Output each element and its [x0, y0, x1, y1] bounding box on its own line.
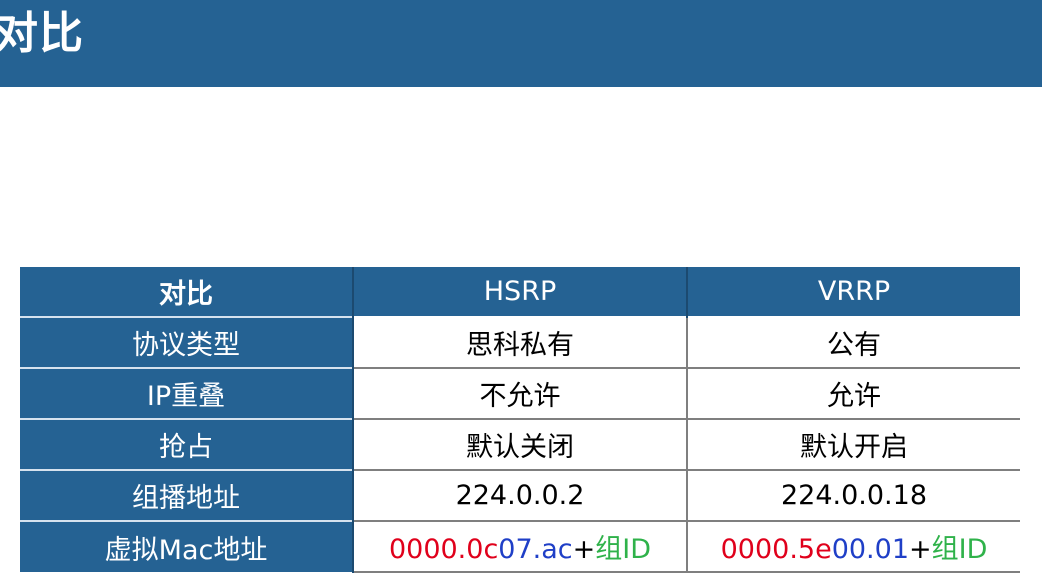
table-row: 组播地址 224.0.0.2 224.0.0.18 [20, 469, 1020, 522]
row-label-protocol-type: 协议类型 [20, 316, 354, 368]
comparison-table: 对比 HSRP VRRP 协议类型 思科私有 公有 IP重叠 不允许 允许 抢占… [20, 267, 1020, 573]
cell-vrrp-preemption: 默认开启 [687, 418, 1020, 471]
cell-hsrp-preemption: 默认关闭 [353, 418, 688, 471]
header-hsrp: HSRP [353, 267, 688, 317]
table-row: 协议类型 思科私有 公有 [20, 316, 1020, 369]
cell-vrrp-ip-overlap: 允许 [687, 367, 1020, 420]
row-label-multicast-address: 组播地址 [20, 469, 354, 521]
cell-vrrp-multicast-address: 224.0.0.18 [687, 469, 1020, 522]
mac-segment-prefix: 0000.5e [720, 534, 832, 565]
cell-vrrp-protocol-type: 公有 [687, 316, 1020, 369]
cell-hsrp-multicast-address: 224.0.0.2 [353, 469, 688, 522]
title-bar: 对比 [0, 0, 1042, 87]
row-label-virtual-mac: 虚拟Mac地址 [20, 520, 354, 572]
cell-hsrp-protocol-type: 思科私有 [353, 316, 688, 369]
cell-hsrp-ip-overlap: 不允许 [353, 367, 688, 420]
table-row: 虚拟Mac地址 0000.0c07.ac+组ID 0000.5e00.01+组I… [20, 520, 1020, 573]
table-row: IP重叠 不允许 允许 [20, 367, 1020, 420]
mac-segment-fixed: 07.ac [498, 534, 573, 565]
cell-vrrp-virtual-mac: 0000.5e00.01+组ID [687, 520, 1020, 573]
mac-segment-fixed: 00.01 [831, 534, 909, 565]
row-label-preemption: 抢占 [20, 418, 354, 470]
mac-segment-plus: + [572, 534, 596, 565]
table-row: 抢占 默认关闭 默认开启 [20, 418, 1020, 471]
mac-segment-prefix: 0000.0c [388, 534, 499, 565]
header-compare: 对比 [20, 267, 354, 317]
mac-segment-group-id: 组ID [595, 534, 652, 565]
cell-hsrp-virtual-mac: 0000.0c07.ac+组ID [353, 520, 688, 573]
row-label-ip-overlap: IP重叠 [20, 367, 354, 419]
slide: 对比 对比 HSRP VRRP 协议类型 思科私有 公有 IP重叠 不允许 允许… [0, 0, 1042, 582]
mac-segment-group-id: 组ID [931, 534, 988, 565]
mac-segment-plus: + [909, 534, 932, 565]
header-vrrp: VRRP [687, 267, 1020, 317]
page-title: 对比 [0, 8, 84, 59]
table-header-row: 对比 HSRP VRRP [20, 267, 1020, 317]
